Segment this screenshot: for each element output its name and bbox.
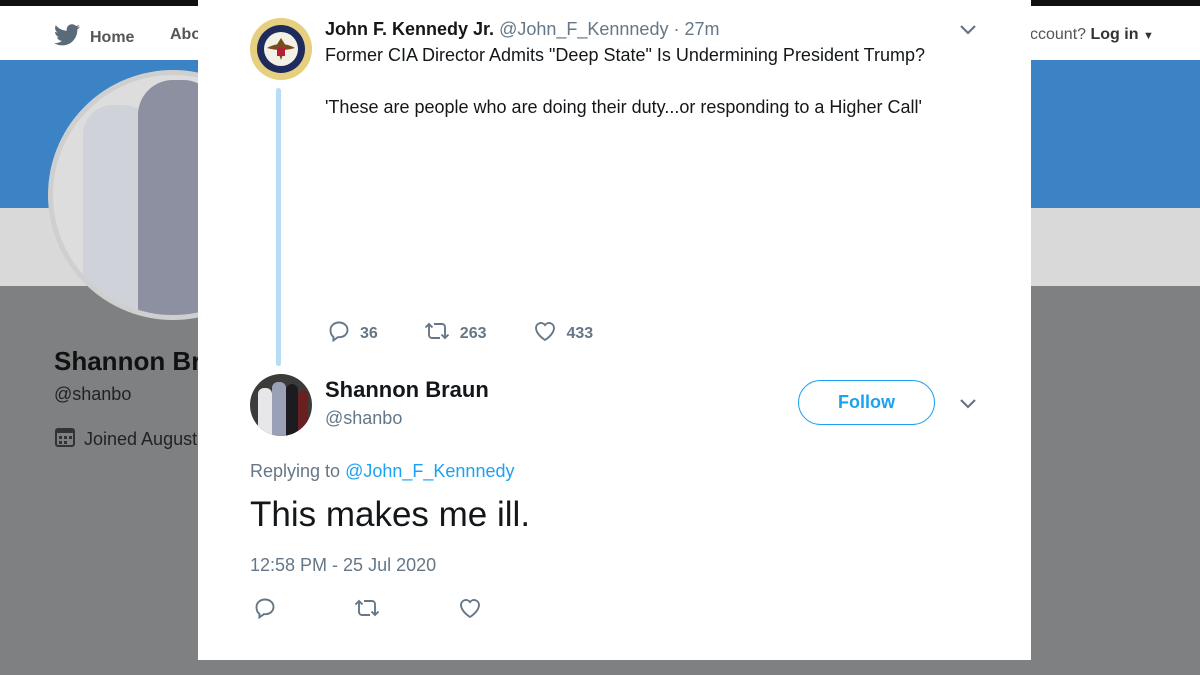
like-count: 433 (566, 324, 594, 342)
parent-tweet-time[interactable]: · 27m (673, 19, 719, 39)
follow-button[interactable]: Follow (798, 380, 935, 425)
home-label: Home (90, 28, 135, 46)
home-nav-link[interactable]: Home (54, 24, 134, 51)
reply-retweet-button[interactable] (354, 597, 380, 624)
retweet-icon (424, 320, 450, 347)
reply-author-avatar[interactable] (250, 374, 312, 436)
parent-tweet-actions: 36 263 433 (328, 320, 639, 347)
reply-icon (254, 597, 276, 624)
retweet-icon (354, 597, 380, 624)
profile-handle: @shanbo (54, 384, 132, 404)
reply-author-name[interactable]: Shannon Braun (325, 377, 489, 403)
parent-author-name[interactable]: John F. Kennedy Jr. (325, 19, 494, 39)
replying-to-line: Replying to @John_F_Kennnedy (250, 461, 514, 482)
reply-chevron-down-icon[interactable] (955, 391, 981, 417)
about-nav-link[interactable]: Abo (170, 26, 201, 44)
replying-to-link[interactable]: @John_F_Kennnedy (345, 461, 514, 481)
login-link[interactable]: Log in (1091, 26, 1139, 43)
reply-icon (328, 320, 350, 347)
thread-connector-line (276, 88, 281, 366)
retweet-count: 263 (459, 324, 487, 342)
twitter-bird-icon (54, 24, 80, 51)
reply-author-handle[interactable]: @shanbo (325, 408, 402, 429)
like-icon (458, 597, 482, 624)
parent-tweet-line-2: 'These are people who are doing their du… (325, 97, 922, 117)
profile-name: Shannon Bra (54, 346, 216, 376)
reply-tweet-text: This makes me ill. (250, 495, 531, 534)
parent-tweet-line-1: Former CIA Director Admits "Deep State" … (325, 45, 926, 65)
tweet-modal: John F. Kennedy Jr. @John_F_Kennnedy · 2… (198, 0, 1031, 660)
login-prompt[interactable]: ccount? Log in ▼ (1030, 26, 1154, 44)
profile-joined: Joined August (54, 426, 197, 453)
parent-reply-button[interactable]: 36 (328, 320, 378, 347)
caret-down-icon: ▼ (1142, 30, 1154, 42)
parent-like-button[interactable]: 433 (533, 320, 594, 347)
reply-tweet-actions (254, 597, 560, 624)
reply-reply-button[interactable] (254, 597, 276, 624)
reply-timestamp[interactable]: 12:58 PM - 25 Jul 2020 (250, 555, 436, 576)
reply-like-button[interactable] (458, 597, 482, 624)
reply-count: 36 (360, 324, 378, 342)
parent-author-handle[interactable]: @John_F_Kennnedy (499, 19, 668, 39)
calendar-icon (54, 426, 76, 453)
parent-chevron-down-icon[interactable] (955, 17, 981, 43)
joined-label: Joined August (84, 429, 198, 449)
parent-tweet-text: Former CIA Director Admits "Deep State" … (325, 44, 965, 118)
like-icon (533, 320, 557, 347)
parent-tweet-header: John F. Kennedy Jr. @John_F_Kennnedy · 2… (325, 19, 720, 40)
login-prefix: ccount? (1030, 26, 1087, 43)
replying-prefix: Replying to (250, 461, 341, 481)
presidential-seal-icon[interactable] (250, 18, 312, 80)
parent-retweet-button[interactable]: 263 (424, 320, 487, 347)
